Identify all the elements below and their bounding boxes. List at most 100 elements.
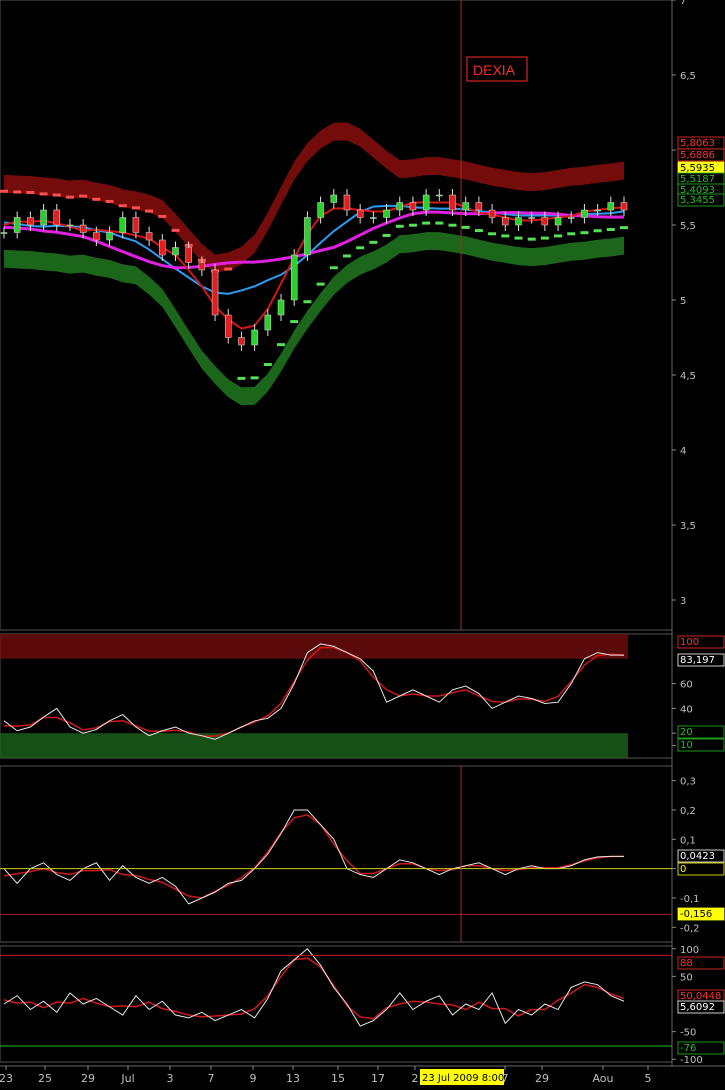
stop-dot [171, 228, 180, 232]
x-tick-label: Aou [592, 1072, 613, 1085]
candle-body [251, 329, 258, 346]
y-tick-label-macd: 0,1 [680, 835, 696, 846]
candle-body [93, 232, 100, 241]
panel-frame-price [0, 0, 673, 631]
stop-dot [237, 376, 246, 380]
value-label: 5,5187 [680, 174, 715, 185]
candle-body [145, 232, 153, 241]
y-tick-label-osc: 40 [680, 704, 693, 715]
candle-body [462, 202, 469, 211]
value-line-mom [3, 948, 625, 1027]
y-tick-label-mom: -100 [680, 1055, 703, 1066]
stop-dot [501, 234, 510, 238]
x-tick-label: 9 [250, 1072, 257, 1085]
candle-body [396, 202, 403, 211]
y-tick-label-mom: 100 [680, 945, 699, 956]
candle-body [436, 194, 443, 197]
macd-panel [0, 809, 672, 915]
chart-title: DEXIA [473, 62, 516, 78]
candle-body [198, 262, 206, 271]
candle-body [159, 239, 166, 256]
candle-body [330, 194, 338, 203]
x-tick-label: 3 [167, 1072, 174, 1085]
candle-body [554, 217, 562, 226]
stop-dot [145, 209, 154, 213]
price-y-tick-label: 3,5 [680, 521, 696, 532]
price-y-tick-label: 5 [680, 296, 686, 307]
stop-dot [369, 240, 378, 244]
x-tick-label: 25 [38, 1072, 52, 1085]
stop-dot [620, 226, 628, 230]
candle-body [277, 299, 285, 316]
candle-body [383, 209, 390, 218]
candle-body [475, 202, 483, 211]
value-line-macd [3, 809, 624, 905]
value-label: 83,197 [680, 655, 715, 666]
signal-line-mom [3, 957, 625, 1020]
momentum-panel [0, 948, 672, 1047]
candle-body [607, 202, 615, 211]
price-y-tick-label: 4 [680, 446, 686, 457]
price-y-tick-label: 7 [680, 0, 686, 7]
y-tick-label-macd: 0,3 [680, 777, 696, 788]
value-label: -0,156 [680, 909, 712, 920]
candle-body [172, 247, 179, 256]
value-label: 100 [680, 637, 699, 648]
candle-body [502, 217, 509, 226]
stop-dot [474, 229, 483, 233]
y-tick-label-macd: -0,1 [680, 894, 700, 905]
stop-dot [290, 320, 299, 324]
lower-band [4, 232, 624, 406]
candle-body [620, 202, 628, 211]
chart-canvas: 76,565,554,543,53604020100,30,20,10-0,1-… [0, 0, 725, 1085]
candle-body [370, 217, 377, 219]
cursor-date: 23 Jul 2009 8:00 [422, 1073, 504, 1084]
value-label: 0,0423 [680, 851, 715, 862]
x-tick-label: Jul [120, 1072, 134, 1085]
candle-body [40, 209, 47, 226]
candle-body [185, 247, 192, 263]
stop-dot [105, 199, 114, 203]
value-label: 5,6092 [680, 1002, 715, 1013]
stop-dot [13, 190, 22, 194]
zone-osc [0, 634, 628, 659]
price-bands [4, 122, 624, 406]
candle-body [79, 224, 87, 233]
value-label: 5,3455 [680, 195, 715, 206]
y-tick-label-mom: -50 [680, 1028, 696, 1039]
stop-dot [131, 206, 140, 210]
oscillator-panel [0, 634, 628, 758]
price-y-tick-label: 3 [680, 596, 686, 607]
candle-body [132, 217, 140, 233]
stop-dot [250, 376, 259, 380]
candle-body [304, 217, 311, 256]
candle-body [488, 209, 496, 218]
candle-body [356, 209, 364, 218]
stop-dot [580, 231, 589, 235]
candle-body [66, 224, 74, 227]
x-tick-label: 29 [535, 1072, 549, 1085]
price-y-tick-label: 4,5 [680, 371, 696, 382]
panel-frame-macd [0, 765, 673, 943]
x-tick-label: 7 [208, 1072, 215, 1085]
candle-body [225, 314, 232, 338]
stop-dot [488, 232, 497, 236]
stop-dot [540, 236, 549, 240]
stop-dot [0, 189, 8, 193]
stop-dot [303, 300, 312, 304]
x-tick-label: 5 [645, 1072, 652, 1085]
stop-dot [52, 193, 61, 197]
stop-dot [408, 223, 417, 227]
value-label: 20 [680, 727, 693, 738]
x-tick-label: 13 [286, 1072, 300, 1085]
stop-dot [527, 237, 536, 241]
candle-body [0, 232, 8, 234]
stop-dot [422, 221, 431, 225]
candle-body [238, 337, 245, 346]
stop-dot [382, 233, 391, 237]
stop-dot [567, 232, 576, 236]
candle-body [53, 209, 61, 226]
value-label: 0 [680, 864, 686, 875]
stop-dot [593, 229, 602, 233]
value-label: -76 [680, 1043, 696, 1054]
